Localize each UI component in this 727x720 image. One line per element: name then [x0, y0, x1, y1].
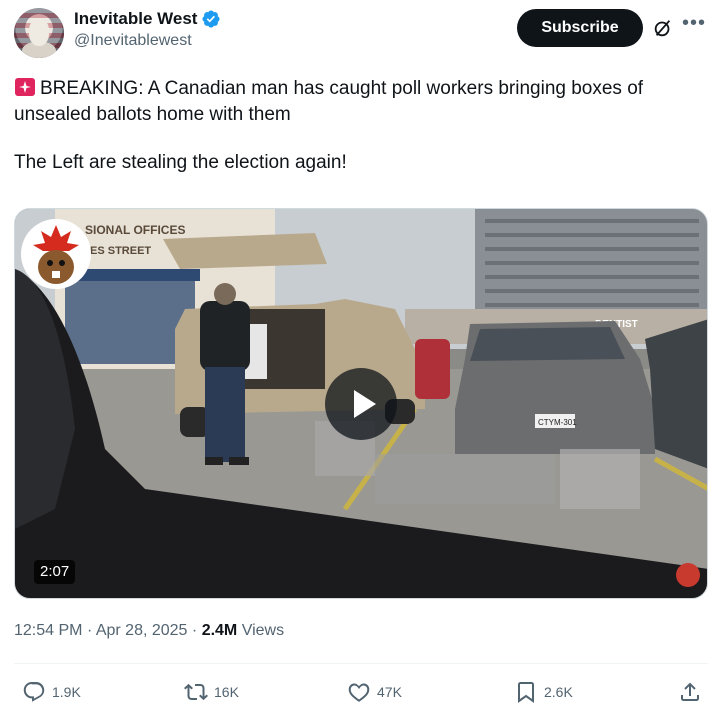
- tweet-time[interactable]: 12:54 PM: [14, 622, 82, 639]
- grok-icon[interactable]: [652, 17, 674, 39]
- like-count: 47K: [377, 684, 402, 700]
- share-button[interactable]: [678, 680, 702, 704]
- repost-icon: [184, 683, 208, 701]
- verified-badge-icon: [202, 10, 220, 28]
- play-button[interactable]: [325, 368, 397, 440]
- tweet-line-1: BREAKING: A Canadian man has caught poll…: [14, 76, 704, 128]
- action-bar: 1.9K 16K 47K 2.6K: [14, 672, 708, 716]
- reply-button[interactable]: 1.9K: [22, 680, 81, 704]
- author-avatar[interactable]: [14, 8, 64, 58]
- share-icon: [681, 682, 699, 701]
- repost-count: 16K: [214, 684, 239, 700]
- meta-separator: ·: [191, 622, 202, 639]
- bookmark-button[interactable]: 2.6K: [514, 680, 573, 704]
- tweet-line-1-text: BREAKING: A Canadian man has caught poll…: [14, 78, 644, 125]
- video-duration: 2:07: [34, 560, 76, 584]
- author-display-name[interactable]: Inevitable West: [74, 9, 221, 29]
- tweet-text: BREAKING: A Canadian man has caught poll…: [14, 76, 704, 176]
- subscribe-button[interactable]: Subscribe: [517, 9, 643, 47]
- channel-logo: [21, 219, 91, 289]
- video-player[interactable]: SIONAL OFFICES ES STREET DENTIST: [14, 208, 708, 599]
- statue-face: [29, 18, 49, 46]
- corner-beaver-icon: [676, 563, 700, 587]
- author-handle[interactable]: @Inevitablewest: [74, 32, 221, 50]
- more-options-icon[interactable]: •••: [682, 12, 706, 35]
- display-name-text[interactable]: Inevitable West: [74, 9, 197, 29]
- siren-icon: [15, 78, 35, 96]
- store-sign-1: SIONAL OFFICES: [85, 223, 185, 237]
- tweet-line-2: The Left are stealing the election again…: [14, 152, 347, 173]
- views-label: Views: [241, 622, 285, 639]
- bookmark-count: 2.6K: [544, 684, 573, 700]
- tweet-date[interactable]: Apr 28, 2025: [96, 622, 188, 639]
- tweet-header: Inevitable West @Inevitablewest Subscrib…: [14, 6, 714, 58]
- heart-icon: [348, 683, 370, 702]
- divider: [14, 663, 708, 664]
- tweet-meta: 12:54 PM · Apr 28, 2025 · 2.4M Views: [14, 622, 284, 640]
- beaver-logo-icon: [33, 225, 79, 284]
- reply-icon: [23, 682, 45, 702]
- meta-separator: ·: [86, 622, 96, 639]
- reply-count: 1.9K: [52, 684, 81, 700]
- like-button[interactable]: 47K: [347, 680, 402, 704]
- author-info: Inevitable West @Inevitablewest: [74, 9, 221, 50]
- store-sign-2: ES STREET: [90, 245, 151, 257]
- views-count: 2.4M: [201, 622, 238, 639]
- repost-button[interactable]: 16K: [184, 680, 239, 704]
- bookmark-icon: [518, 682, 534, 703]
- license-plate: CTYM-301: [538, 418, 577, 427]
